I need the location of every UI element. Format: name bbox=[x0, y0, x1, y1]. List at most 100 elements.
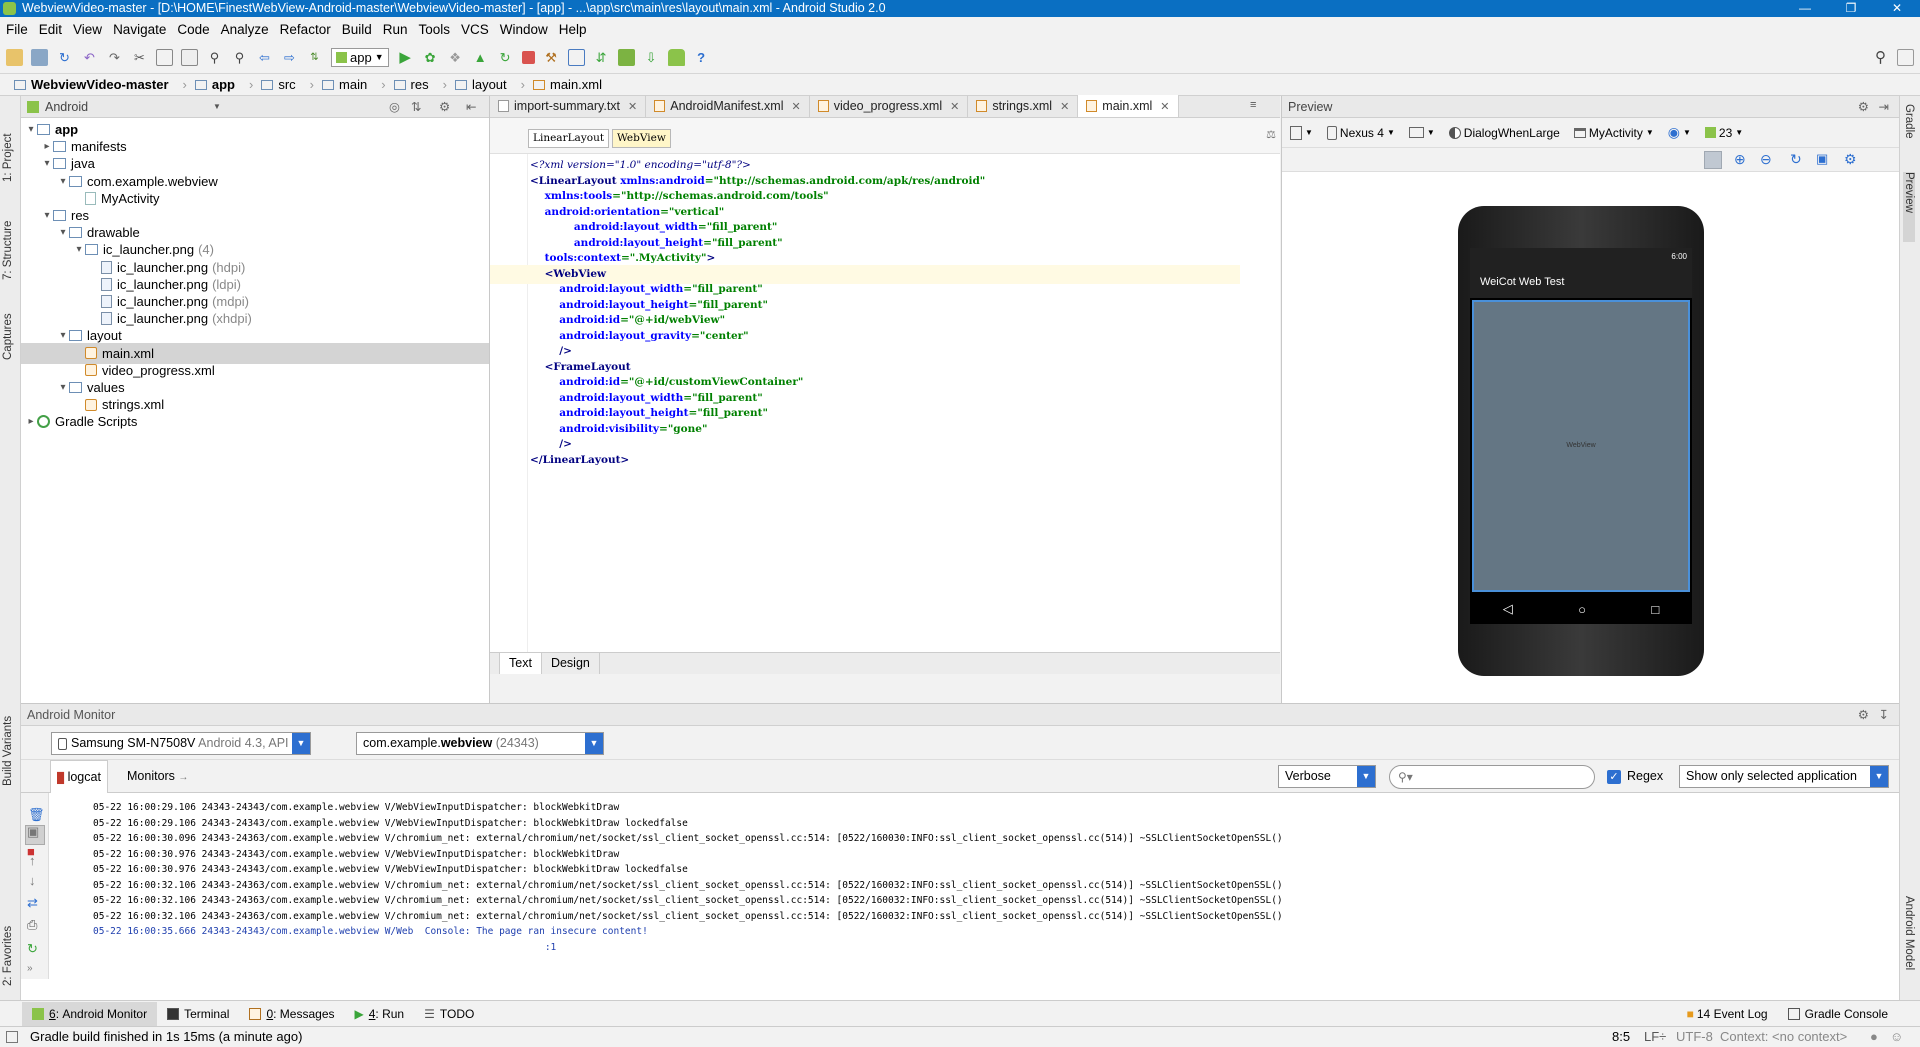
cut-icon[interactable]: ✂ bbox=[131, 49, 148, 66]
device-select[interactable]: Samsung SM-N7508V Android 4.3, API 18 ▼ bbox=[51, 732, 311, 755]
webview-placeholder[interactable]: WebView bbox=[1472, 300, 1690, 592]
editor-tab[interactable]: main.xml ✕ bbox=[1078, 95, 1179, 117]
close-icon[interactable]: ✕ bbox=[950, 100, 959, 113]
paste-icon[interactable] bbox=[181, 48, 198, 66]
line-separator[interactable]: LF÷ bbox=[1644, 1027, 1666, 1047]
menu-build[interactable]: Build bbox=[342, 22, 372, 37]
down-arrow-icon[interactable]: ↓ bbox=[29, 873, 36, 888]
expand-arrow-icon[interactable]: ▾ bbox=[57, 330, 69, 341]
scroll-from-source-icon[interactable]: ◎ bbox=[389, 99, 400, 114]
print-icon[interactable]: ⎙ bbox=[27, 917, 37, 933]
help-icon[interactable]: ? bbox=[693, 49, 710, 66]
close-button[interactable]: ✕ bbox=[1874, 0, 1920, 17]
close-icon[interactable]: ✕ bbox=[1060, 100, 1069, 113]
avd-manager-icon[interactable] bbox=[617, 48, 635, 66]
menu-window[interactable]: Window bbox=[500, 22, 548, 37]
log-level-select[interactable]: Verbose ▼ bbox=[1278, 765, 1376, 788]
expand-arrow-icon[interactable]: ▾ bbox=[57, 227, 69, 238]
regex-checkbox[interactable]: ✓ bbox=[1607, 770, 1621, 784]
tool-window-toggle-icon[interactable] bbox=[6, 1031, 18, 1043]
apply-changes-icon[interactable]: ↻ bbox=[497, 49, 514, 66]
log-filter-select[interactable]: Show only selected application ▼ bbox=[1679, 765, 1889, 788]
close-icon[interactable]: ✕ bbox=[792, 100, 801, 113]
terminate-app-icon[interactable]: ■ bbox=[27, 844, 35, 859]
restart-icon[interactable]: ↻ bbox=[27, 941, 38, 957]
run-button[interactable]: ▶ 4: Run bbox=[345, 1002, 415, 1026]
collapse-arrow-icon[interactable]: ▸ bbox=[41, 141, 53, 152]
todo-button[interactable]: ☰ TODO bbox=[414, 1002, 484, 1026]
tool-windows-icon[interactable] bbox=[1897, 48, 1914, 66]
collapse-all-icon[interactable]: ⇅ bbox=[411, 99, 421, 114]
hide-panel-icon[interactable]: ⇥ bbox=[1879, 99, 1889, 114]
stop-icon[interactable] bbox=[521, 50, 535, 64]
open-folder-icon[interactable] bbox=[6, 48, 23, 66]
debug-icon[interactable]: ✿ bbox=[422, 49, 439, 66]
breadcrumb-item[interactable]: res bbox=[393, 77, 429, 92]
tab-design[interactable]: Design bbox=[542, 653, 600, 674]
terminal-button[interactable]: Terminal bbox=[157, 1002, 239, 1026]
event-log-button[interactable]: ■ 14 Event Log bbox=[1677, 1002, 1778, 1026]
run-icon[interactable]: ▶ bbox=[397, 49, 414, 66]
inspector-icon[interactable]: ☺ bbox=[1890, 1027, 1903, 1047]
menu-tools[interactable]: Tools bbox=[419, 22, 451, 37]
theme-select[interactable]: DialogWhenLarge bbox=[1448, 126, 1560, 140]
messages-button[interactable]: 0: Messages bbox=[239, 1002, 344, 1026]
orientation-select[interactable]: ▼ bbox=[1408, 127, 1435, 138]
caret-position[interactable]: 8:5 bbox=[1612, 1027, 1630, 1047]
redo-icon[interactable]: ↷ bbox=[106, 49, 123, 66]
tab-monitors[interactable]: Monitors → bbox=[121, 760, 194, 793]
attach-debugger-icon[interactable]: ❖ bbox=[447, 49, 464, 66]
copy-icon[interactable] bbox=[156, 48, 173, 66]
forward-icon[interactable]: ⇨ bbox=[281, 49, 298, 66]
breadcrumb-item[interactable]: main bbox=[322, 77, 367, 92]
expand-arrow-icon[interactable]: ▾ bbox=[41, 210, 53, 221]
undo-icon[interactable]: ↶ bbox=[81, 49, 98, 66]
log-search-input[interactable]: ⚲▾ bbox=[1389, 765, 1595, 789]
captures-tool-tab[interactable]: Captures bbox=[2, 290, 14, 360]
project-view-select[interactable]: Android bbox=[45, 100, 88, 114]
sync-icon[interactable]: ↻ bbox=[56, 49, 73, 66]
layout-inspector-icon[interactable] bbox=[567, 48, 585, 66]
tab-list-icon[interactable]: ≡ bbox=[1250, 99, 1256, 111]
breadcrumb-item[interactable]: WebviewVideo-master bbox=[14, 77, 169, 92]
logcat-output[interactable]: 05-22 16:00:29.106 24343-24343/com.examp… bbox=[93, 798, 1893, 984]
close-icon[interactable]: ✕ bbox=[628, 100, 637, 113]
file-encoding[interactable]: UTF-8 bbox=[1676, 1027, 1713, 1047]
tab-logcat[interactable]: █ logcat bbox=[50, 760, 108, 793]
process-select[interactable]: com.example.webview (24343) ▼ bbox=[356, 732, 604, 755]
editor-tab[interactable]: strings.xml ✕ bbox=[968, 95, 1079, 117]
preview-tool-tab[interactable]: Preview bbox=[1903, 172, 1915, 242]
android-monitor-button[interactable]: 6: Android Monitor bbox=[22, 1001, 158, 1026]
project-structure-icon[interactable]: ⚒ bbox=[543, 49, 560, 66]
device-select[interactable]: Nexus 4 ▼ bbox=[1326, 125, 1395, 140]
menu-run[interactable]: Run bbox=[383, 22, 408, 37]
gradle-tool-tab[interactable]: Gradle bbox=[1903, 104, 1915, 164]
menu-file[interactable]: File bbox=[6, 22, 28, 37]
minimize-button[interactable]: — bbox=[1782, 0, 1828, 17]
expand-arrow-icon[interactable]: ▾ bbox=[73, 244, 85, 255]
editor-tab[interactable]: import-summary.txt ✕ bbox=[490, 95, 647, 117]
profile-icon[interactable]: ▲ bbox=[472, 49, 489, 66]
menu-refactor[interactable]: Refactor bbox=[280, 22, 331, 37]
collapse-arrow-icon[interactable]: ▸ bbox=[25, 416, 37, 427]
gear-icon[interactable]: ⚙ bbox=[1844, 151, 1857, 168]
screenshot-icon[interactable]: ▣ bbox=[27, 824, 39, 840]
lock-icon[interactable]: ● bbox=[1870, 1027, 1878, 1047]
build-variants-tool-tab[interactable]: Build Variants bbox=[2, 686, 14, 786]
save-all-icon[interactable] bbox=[31, 48, 48, 66]
editor-tab[interactable]: video_progress.xml ✕ bbox=[810, 95, 969, 117]
context-indicator[interactable]: Context: <no context> bbox=[1720, 1027, 1847, 1047]
tag-crumb-webview[interactable]: WebView bbox=[612, 129, 671, 148]
gradle-console-button[interactable]: Gradle Console bbox=[1778, 1002, 1898, 1026]
locale-select[interactable]: ◉ ▼ bbox=[1668, 124, 1691, 141]
breadcrumb-item[interactable]: app bbox=[194, 77, 235, 92]
structure-tool-tab[interactable]: 7: Structure bbox=[2, 190, 14, 280]
back-icon[interactable]: ⇦ bbox=[256, 49, 273, 66]
zoom-to-fit-icon[interactable] bbox=[1704, 151, 1722, 169]
android-model-tool-tab[interactable]: Android Model bbox=[1903, 896, 1915, 996]
menu-view[interactable]: View bbox=[73, 22, 102, 37]
code-area[interactable]: <?xml version="1.0" encoding="utf-8"?> <L… bbox=[490, 156, 1280, 656]
more-icon[interactable]: » bbox=[27, 963, 33, 974]
activity-select[interactable]: MyActivity ▼ bbox=[1573, 126, 1654, 140]
search-everywhere-icon[interactable]: ⚲ bbox=[1872, 49, 1889, 66]
